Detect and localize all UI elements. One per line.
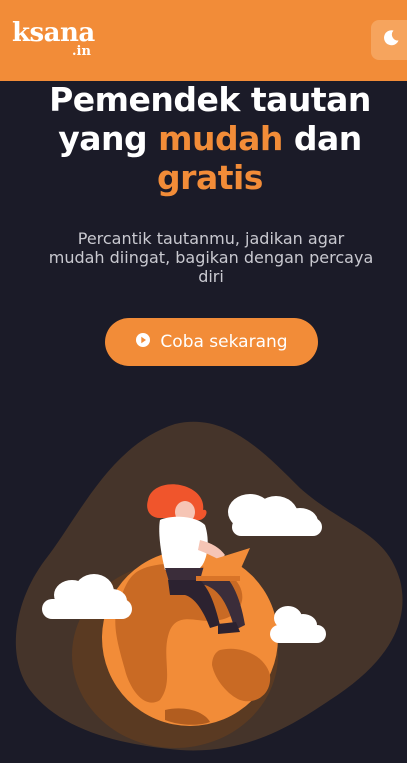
moon-icon [382,29,400,51]
logo-suffix: .in [72,44,91,59]
logo[interactable]: ksana [12,20,95,46]
hero-subtitle: Percantik tautanmu, jadikan agar mudah d… [48,229,374,286]
try-now-button[interactable]: Coba sekarang [105,318,318,366]
play-circle-icon [135,332,151,353]
hero-illustration [15,421,403,751]
site-header: ksana .in [0,0,407,81]
cta-label: Coba sekarang [160,332,288,352]
hero-title: Pemendek tautan yang mudah dan gratis [49,80,371,197]
theme-toggle-button[interactable] [371,20,407,60]
